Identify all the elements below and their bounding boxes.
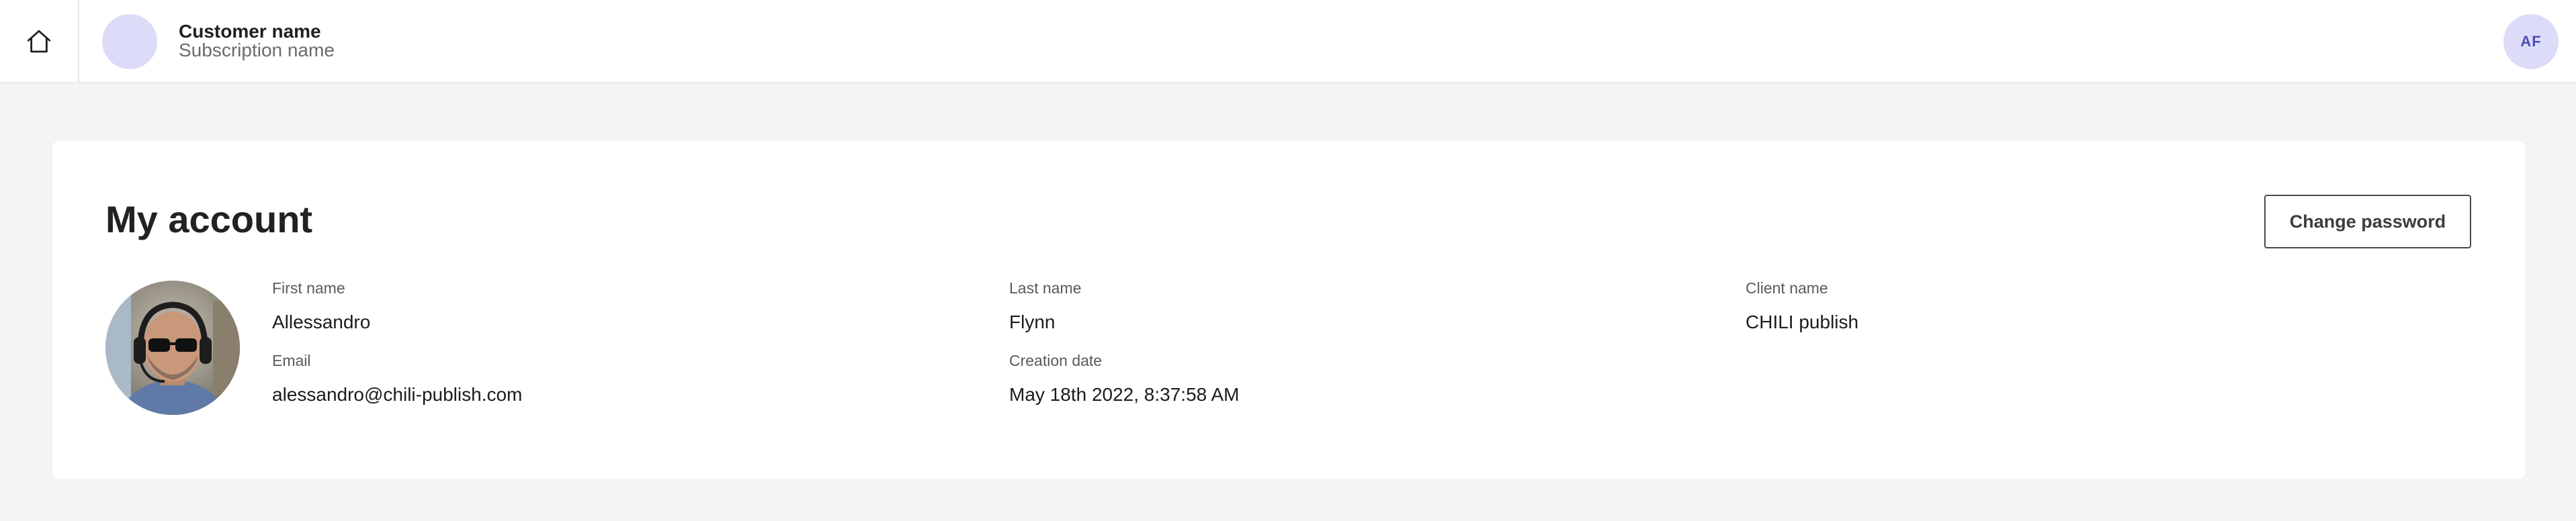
last-name-value: Flynn [1009,312,1056,332]
last-name-label: Last name [1009,279,1082,297]
creation-date-value: May 18th 2022, 8:37:58 AM [1009,384,1240,405]
home-button[interactable] [0,0,79,83]
home-icon [27,30,51,53]
client-name-label: Client name [1746,279,1828,297]
subscription-name: Subscription name [179,40,335,60]
page-title: My account [105,198,313,240]
change-password-button[interactable]: Change password [2264,195,2471,248]
email-label: Email [272,352,311,369]
first-name-label: First name [272,279,345,297]
client-name-value: CHILI publish [1746,312,1859,332]
creation-date-label: Creation date [1009,352,1103,369]
customer-avatar [102,14,157,69]
email-value: alessandro@chili-publish.com [272,384,523,405]
profile-photo [105,281,240,415]
first-name-value: Allessandro [272,312,371,332]
top-bar: Customer name Subscription name AF [0,0,2576,83]
user-avatar-button[interactable]: AF [2503,14,2559,69]
profile-photo-image [105,281,240,415]
account-card: My account Change password First name Al… [52,141,2525,479]
